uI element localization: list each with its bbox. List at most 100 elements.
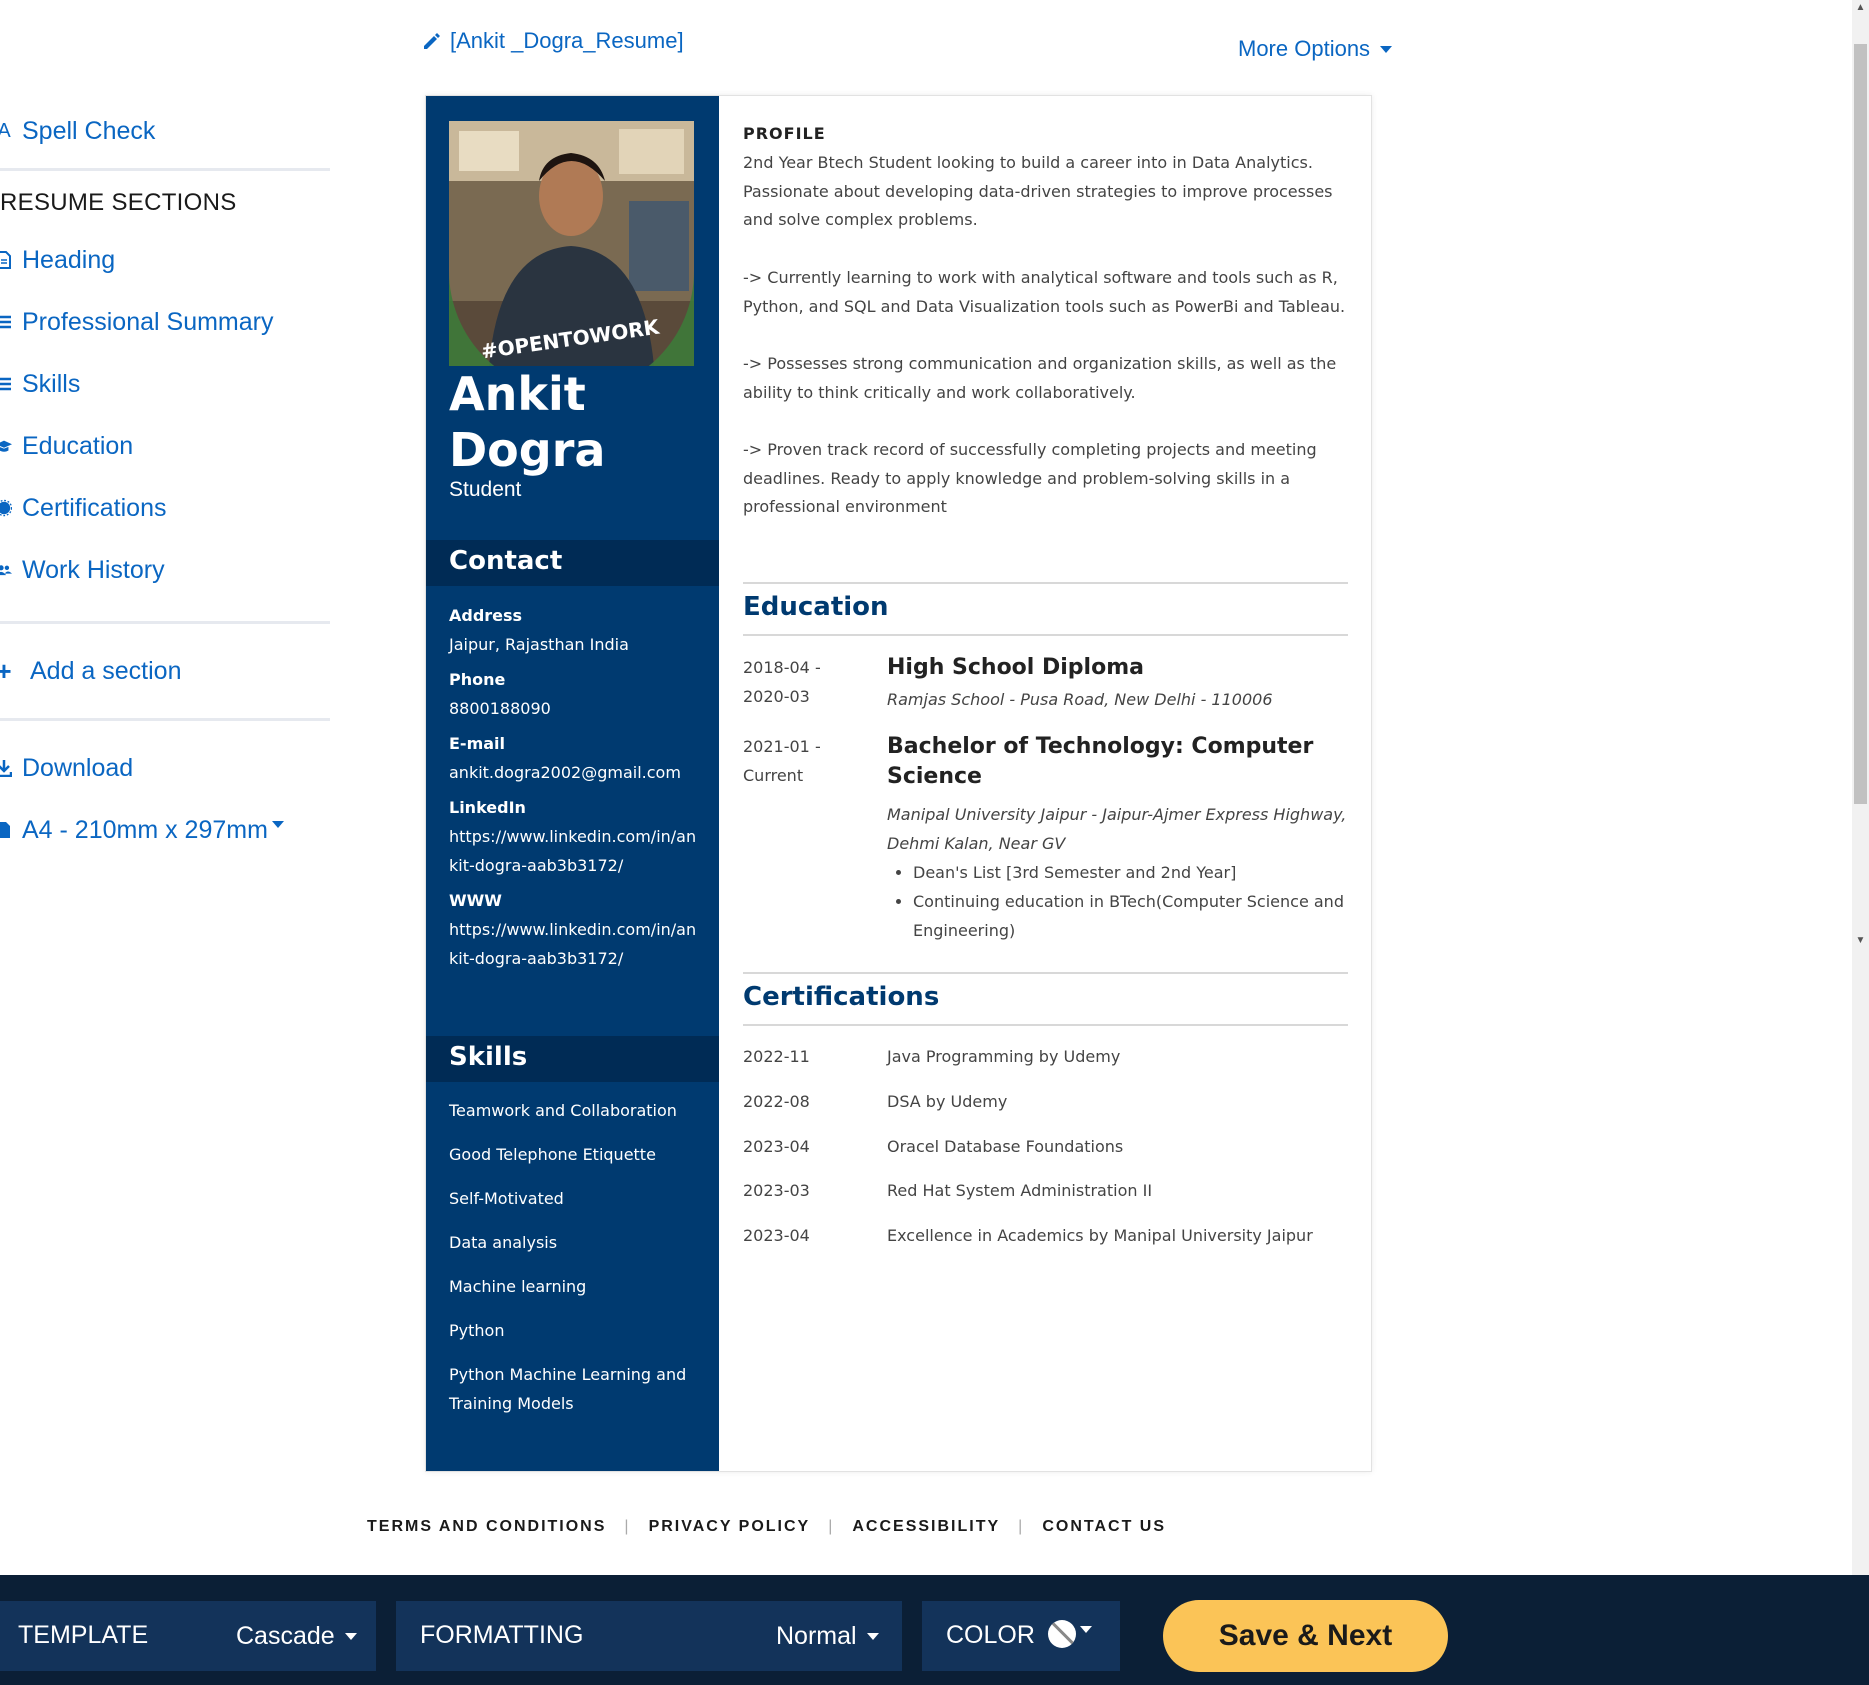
certification-name: DSA by Udemy xyxy=(887,1092,1008,1111)
footer-separator: | xyxy=(828,1518,835,1535)
profile-paragraph: -> Possesses strong communication and or… xyxy=(743,353,1337,402)
contact-label: Address xyxy=(449,606,523,625)
sidebar-item-label: Education xyxy=(22,431,134,460)
sidebar-item-work-history[interactable]: Work History xyxy=(0,539,330,601)
contact-title: Contact xyxy=(449,546,563,576)
sidebar-item-label: Work History xyxy=(22,555,165,584)
resume-preview[interactable]: #OPENTOWORK Ankit Dogra Student Contact … xyxy=(425,95,1372,1472)
color-select[interactable]: COLOR xyxy=(922,1601,1120,1671)
left-sidebar: A Spell Check RESUME SECTIONS Heading Pr… xyxy=(0,100,330,861)
sidebar-item-heading[interactable]: Heading xyxy=(0,229,330,291)
footer-links: TERMS AND CONDITIONS | PRIVACY POLICY | … xyxy=(367,1518,1166,1536)
certification-date: 2022-11 xyxy=(743,1047,810,1066)
spell-check-button[interactable]: A Spell Check xyxy=(0,100,330,162)
first-name: Ankit xyxy=(449,367,586,421)
graduation-cap-icon xyxy=(0,440,12,452)
contact-value: https://www.linkedin.com/in/ankit-dogra-… xyxy=(449,827,697,875)
certification-name: Java Programming by Udemy xyxy=(887,1047,1121,1066)
pencil-icon xyxy=(424,33,440,49)
sidebar-item-skills[interactable]: Skills xyxy=(0,353,330,415)
certification-date: 2023-03 xyxy=(743,1181,810,1200)
contact-label: E-mail xyxy=(449,734,506,753)
certification-date: 2022-08 xyxy=(743,1092,810,1111)
education-degree: Bachelor of Technology: Computer Science xyxy=(887,734,1314,789)
education-bullet: Dean's List [3rd Semester and 2nd Year] xyxy=(913,858,1348,887)
chevron-down-icon xyxy=(866,1633,879,1640)
certifications-title: Certifications xyxy=(743,982,940,1012)
education-dates: 2021-01 - Current xyxy=(743,737,821,785)
skill-item: Data analysis xyxy=(449,1233,558,1252)
contact-section-header: Contact xyxy=(426,540,719,586)
sidebar-item-label: Skills xyxy=(22,369,81,398)
contact-value: 8800188090 xyxy=(449,699,551,718)
contact-value: Jaipur, Rajasthan India xyxy=(449,635,629,654)
template-value: Cascade xyxy=(236,1622,357,1651)
terms-link[interactable]: TERMS AND CONDITIONS xyxy=(367,1518,606,1536)
spell-check-icon: A xyxy=(0,119,11,142)
file-icon xyxy=(0,822,10,838)
skill-item: Good Telephone Etiquette xyxy=(449,1145,656,1164)
profile-photo: #OPENTOWORK xyxy=(449,121,694,366)
skill-item: Python xyxy=(449,1321,505,1340)
color-label: COLOR xyxy=(946,1621,1035,1649)
bottom-toolbar: TEMPLATE Cascade FORMATTING Normal COLOR… xyxy=(0,1575,1869,1685)
add-section-button[interactable]: + Add a section xyxy=(0,640,330,702)
accessibility-link[interactable]: ACCESSIBILITY xyxy=(852,1518,1000,1536)
sidebar-item-professional-summary[interactable]: Professional Summary xyxy=(0,291,330,353)
sidebar-item-education[interactable]: Education xyxy=(0,415,330,477)
skills-list: Teamwork and Collaboration Good Telephon… xyxy=(449,1096,699,1433)
sidebar-item-label: Heading xyxy=(22,245,116,274)
chevron-down-icon xyxy=(271,820,284,828)
certification-date: 2023-04 xyxy=(743,1226,810,1245)
plus-icon: + xyxy=(0,655,12,686)
color-swatch-icon xyxy=(1048,1620,1076,1648)
scroll-up-icon[interactable]: ▲ xyxy=(1852,2,1869,19)
profile-paragraph: -> Proven track record of successfully c… xyxy=(743,439,1317,517)
certification-date: 2023-04 xyxy=(743,1137,810,1156)
document-icon xyxy=(0,251,11,269)
color-value xyxy=(1048,1620,1092,1648)
sidebar-item-certifications[interactable]: Certifications xyxy=(0,477,330,539)
skills-title: Skills xyxy=(449,1042,528,1072)
save-next-button[interactable]: Save & Next xyxy=(1163,1600,1448,1672)
download-button[interactable]: Download xyxy=(0,737,330,799)
certification-name: Oracel Database Foundations xyxy=(887,1137,1124,1156)
contact-list: Address Jaipur, Rajasthan India Phone 88… xyxy=(449,601,699,979)
lines-icon xyxy=(0,377,11,391)
scroll-down-icon[interactable]: ▼ xyxy=(1852,935,1869,952)
sidebar-item-label: Professional Summary xyxy=(22,307,274,336)
template-value-text: Cascade xyxy=(236,1622,335,1650)
profile-title: PROFILE xyxy=(743,124,826,143)
certification-name: Red Hat System Administration II xyxy=(887,1181,1153,1200)
privacy-link[interactable]: PRIVACY POLICY xyxy=(649,1518,811,1536)
skill-item: Teamwork and Collaboration xyxy=(449,1101,677,1120)
sidebar-divider xyxy=(0,718,330,721)
contact-us-link[interactable]: CONTACT US xyxy=(1042,1518,1166,1536)
certifications-section-header: Certifications xyxy=(743,972,1348,1026)
sidebar-item-label: Certifications xyxy=(22,493,167,522)
profile-text: 2nd Year Btech Student looking to build … xyxy=(743,149,1348,551)
template-label: TEMPLATE xyxy=(18,1621,149,1649)
template-select[interactable]: TEMPLATE Cascade xyxy=(0,1601,376,1671)
users-icon xyxy=(0,565,12,576)
education-bullet: Continuing education in BTech(Computer S… xyxy=(913,887,1348,945)
contact-value: ankit.dogra2002@gmail.com xyxy=(449,763,681,782)
resume-role: Student xyxy=(449,478,522,501)
footer-separator: | xyxy=(1018,1518,1025,1535)
resume-left-column: #OPENTOWORK Ankit Dogra Student Contact … xyxy=(426,96,719,1471)
contact-label: WWW xyxy=(449,891,502,910)
paper-size-select[interactable]: A4 - 210mm x 297mm xyxy=(0,799,330,861)
chevron-down-icon xyxy=(1080,1625,1092,1633)
contact-label: Phone xyxy=(449,670,506,689)
add-section-label: Add a section xyxy=(30,656,182,685)
education-school: Manipal University Jaipur - Jaipur-Ajmer… xyxy=(887,805,1347,853)
education-title: Education xyxy=(743,592,889,622)
formatting-select[interactable]: FORMATTING Normal xyxy=(396,1601,902,1671)
badge-icon xyxy=(0,499,12,517)
sidebar-divider xyxy=(0,621,330,624)
skill-item: Self-Motivated xyxy=(449,1189,564,1208)
skill-item: Machine learning xyxy=(449,1277,587,1296)
scrollbar-thumb[interactable] xyxy=(1854,44,1867,804)
more-options-button[interactable]: More Options xyxy=(1238,36,1393,62)
document-title[interactable]: [Ankit _Dogra_Resume] xyxy=(422,28,684,54)
